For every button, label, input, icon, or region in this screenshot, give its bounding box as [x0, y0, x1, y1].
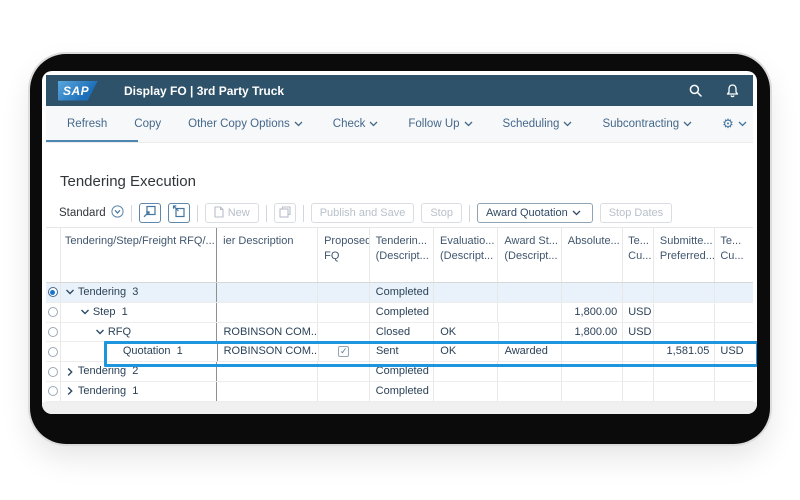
column-header-submitted-preferred[interactable]: Submitte... Preferred...: [654, 228, 715, 282]
column-header-absolute[interactable]: Absolute...: [562, 228, 623, 282]
chevron-down-circle-icon: [111, 205, 124, 221]
table-row-quotation-1[interactable]: Quotation 1 ROBINSON COM... ✓ Sent OK Aw…: [46, 342, 753, 362]
column-header-proposed-fq[interactable]: Proposed FQ: [318, 228, 370, 282]
column-header-currency-2[interactable]: Te... Cu...: [715, 228, 753, 282]
menu-item-copy[interactable]: Copy: [134, 118, 161, 130]
menu-item-refresh[interactable]: Refresh: [67, 118, 107, 130]
chevron-right-icon[interactable]: [65, 367, 77, 377]
award-quotation-button[interactable]: Award Quotation: [477, 203, 593, 223]
menu-item-follow-up[interactable]: Follow Up: [408, 118, 475, 130]
column-header-award-status[interactable]: Award St... (Descript...: [498, 228, 561, 282]
notifications-bell-icon[interactable]: [726, 84, 739, 98]
duplicate-button[interactable]: [274, 203, 296, 223]
row-radio[interactable]: [48, 327, 58, 337]
table-body: Tendering 3 Completed: [46, 283, 753, 402]
chevron-down-icon: [294, 121, 306, 127]
column-header-tendering-status[interactable]: Tenderin... (Descript...: [370, 228, 434, 282]
row-radio-selected[interactable]: [48, 287, 58, 297]
menu-item-scheduling[interactable]: Scheduling: [503, 118, 576, 130]
tablet-frame: SAP Display FO | 3rd Party Truck Refresh: [30, 54, 770, 444]
column-header-carrier-description[interactable]: ier Description: [217, 228, 318, 282]
shell-bar: SAP Display FO | 3rd Party Truck: [46, 75, 753, 106]
active-tab-indicator: [46, 140, 138, 142]
content-background: [42, 402, 757, 414]
chevron-right-icon[interactable]: [65, 386, 77, 396]
search-icon[interactable]: [689, 84, 702, 97]
column-header-currency[interactable]: Te... Cu...: [623, 228, 654, 282]
proposed-fq-checkbox[interactable]: ✓: [338, 346, 349, 357]
toolbar-separator: [131, 205, 132, 222]
menu-item-other-copy-options[interactable]: Other Copy Options: [188, 118, 306, 130]
toolbar-separator: [469, 205, 470, 222]
chevron-down-icon: [572, 210, 584, 216]
table-row-tendering-1[interactable]: Tendering 1 Completed: [46, 382, 753, 402]
table-row-tendering-3[interactable]: Tendering 3 Completed: [46, 283, 753, 303]
row-radio[interactable]: [48, 347, 58, 357]
new-button[interactable]: New: [205, 203, 259, 223]
expand-all-button[interactable]: [139, 203, 161, 223]
tablet-screen: SAP Display FO | 3rd Party Truck Refresh: [42, 71, 757, 414]
chevron-down-icon: [369, 121, 381, 127]
toolbar-separator: [266, 205, 267, 222]
settings-gear-menu[interactable]: ⚙: [722, 116, 757, 132]
chevron-down-icon: [683, 121, 695, 127]
row-radio[interactable]: [48, 367, 58, 377]
table-row-step-1[interactable]: Step 1 Completed 1,800.00 USD: [46, 303, 753, 323]
app-title: Display FO | 3rd Party Truck: [124, 84, 284, 98]
sap-app-window: SAP Display FO | 3rd Party Truck Refresh: [46, 75, 753, 414]
table-row-tendering-2[interactable]: Tendering 2 Completed: [46, 362, 753, 382]
gear-icon: ⚙: [722, 116, 734, 132]
new-document-icon: [214, 206, 224, 221]
expand-group-icon: [143, 205, 156, 221]
collapse-all-button[interactable]: [168, 203, 190, 223]
stop-dates-button[interactable]: Stop Dates: [600, 203, 672, 223]
page-title: Tendering Execution: [60, 173, 196, 190]
table-header-row: Tendering/Step/Freight RFQ/... ier Descr…: [46, 227, 753, 283]
page-title-bar: Tendering Execution: [46, 143, 753, 197]
menu-item-subcontracting[interactable]: Subcontracting: [602, 118, 695, 130]
sap-logo[interactable]: SAP: [58, 81, 98, 101]
toolbar-separator: [197, 205, 198, 222]
column-header-tendering-step-rfq[interactable]: Tendering/Step/Freight RFQ/...: [61, 228, 217, 282]
chevron-down-icon[interactable]: [80, 307, 92, 317]
chevron-down-icon[interactable]: [65, 287, 77, 297]
publish-and-save-button[interactable]: Publish and Save: [311, 203, 415, 223]
menu-bar: Refresh Copy Other Copy Options Check Fo…: [46, 106, 753, 143]
column-header-evaluation[interactable]: Evaluatio... (Descript...: [434, 228, 498, 282]
menu-item-check[interactable]: Check: [333, 118, 382, 130]
table-toolbar: Standard New: [46, 199, 753, 227]
toolbar-separator: [303, 205, 304, 222]
chevron-down-icon[interactable]: [95, 327, 107, 337]
row-radio[interactable]: [48, 386, 58, 396]
stop-button[interactable]: Stop: [421, 203, 462, 223]
table-row-rfq[interactable]: RFQ ROBINSON COM... Closed OK 1,800.00 U…: [46, 323, 753, 343]
chevron-down-icon: [464, 121, 476, 127]
chevron-down-icon: [563, 121, 575, 127]
selection-column-header: [46, 228, 61, 282]
collapse-group-icon: [172, 205, 185, 221]
chevron-down-icon: [738, 121, 750, 127]
row-radio[interactable]: [48, 307, 58, 317]
copy-icon: [279, 206, 291, 221]
view-variant-selector[interactable]: Standard: [59, 205, 124, 221]
